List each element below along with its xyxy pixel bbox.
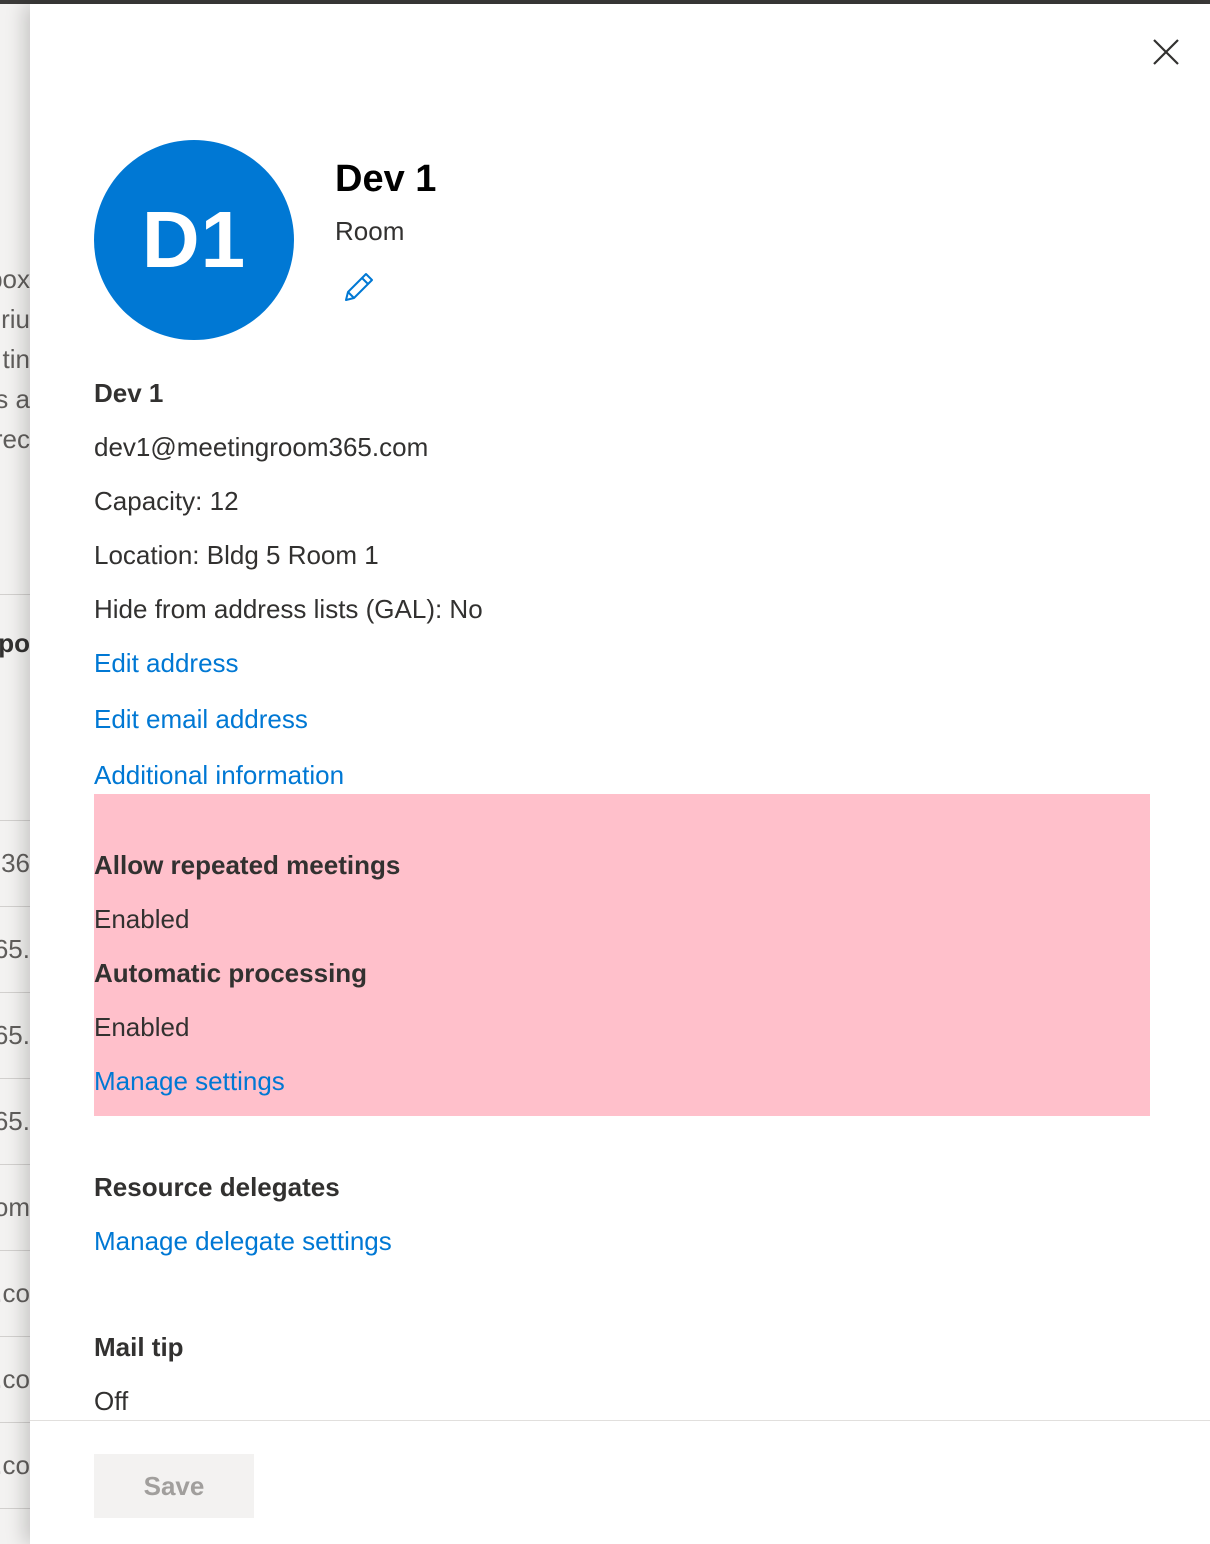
email-address: dev1@meetingroom365.com	[94, 432, 429, 462]
edit-name-button[interactable]	[338, 268, 378, 308]
allow-repeated-meetings-value: Enabled	[94, 904, 190, 934]
avatar-initials: D1	[141, 195, 247, 284]
display-name: Dev 1	[94, 378, 164, 408]
background-text: tin	[2, 344, 30, 374]
background-text: 5.co	[0, 1278, 30, 1308]
background-text: rec	[0, 424, 30, 454]
background-divider	[0, 1422, 30, 1423]
background-divider	[0, 906, 30, 907]
background-divider	[0, 1336, 30, 1337]
header-room-type: Room	[335, 216, 405, 246]
background-text: 65.	[0, 1020, 30, 1050]
manage-delegate-settings-link[interactable]: Manage delegate settings	[94, 1226, 392, 1257]
hide-from-gal: Hide from address lists (GAL): No	[94, 594, 483, 624]
save-button[interactable]: Save	[94, 1454, 254, 1518]
background-divider	[0, 1508, 30, 1509]
location: Location: Bldg 5 Room 1	[94, 540, 379, 570]
background-divider	[0, 992, 30, 993]
mail-tip-heading: Mail tip	[94, 1332, 184, 1362]
capacity: Capacity: 12	[94, 486, 239, 516]
allow-repeated-meetings-heading: Allow repeated meetings	[94, 850, 401, 880]
mail-tip-value: Off	[94, 1386, 129, 1416]
resource-delegates-heading: Resource delegates	[94, 1172, 340, 1202]
background-text: as a	[0, 384, 30, 414]
background-text: oriu	[0, 304, 30, 334]
background-divider	[0, 594, 30, 595]
background-text: 5.co	[0, 1364, 30, 1394]
background-text: m36	[0, 848, 30, 878]
background-divider	[0, 1164, 30, 1165]
header-room-name: Dev 1	[335, 158, 437, 200]
automatic-processing-heading: Automatic processing	[94, 958, 368, 988]
background-divider	[0, 1078, 30, 1079]
edit-email-address-link[interactable]: Edit email address	[94, 704, 308, 735]
footer-divider	[30, 1420, 1210, 1421]
background-text: 65.	[0, 934, 30, 964]
background-text: om	[0, 1192, 30, 1222]
automatic-processing-value: Enabled	[94, 1012, 190, 1042]
background-text: xpo	[0, 628, 30, 658]
background-text: 65.	[0, 1106, 30, 1136]
pencil-icon	[345, 273, 373, 301]
close-icon	[1153, 39, 1179, 65]
manage-settings-link[interactable]: Manage settings	[94, 1066, 285, 1097]
close-button[interactable]	[1150, 36, 1182, 68]
background-page: box oriu tin as a rec xpo m36 65. 65. 65…	[0, 4, 30, 1544]
background-text: box	[0, 264, 30, 294]
additional-information-link[interactable]: Additional information	[94, 760, 344, 791]
background-text: 5.co	[0, 1450, 30, 1480]
background-divider	[0, 1250, 30, 1251]
avatar: D1	[94, 140, 294, 340]
edit-address-link[interactable]: Edit address	[94, 648, 239, 679]
background-divider	[0, 820, 30, 821]
room-details-panel: D1 Dev 1 Room Dev 1 dev1@meetingroom365.…	[30, 4, 1210, 1544]
